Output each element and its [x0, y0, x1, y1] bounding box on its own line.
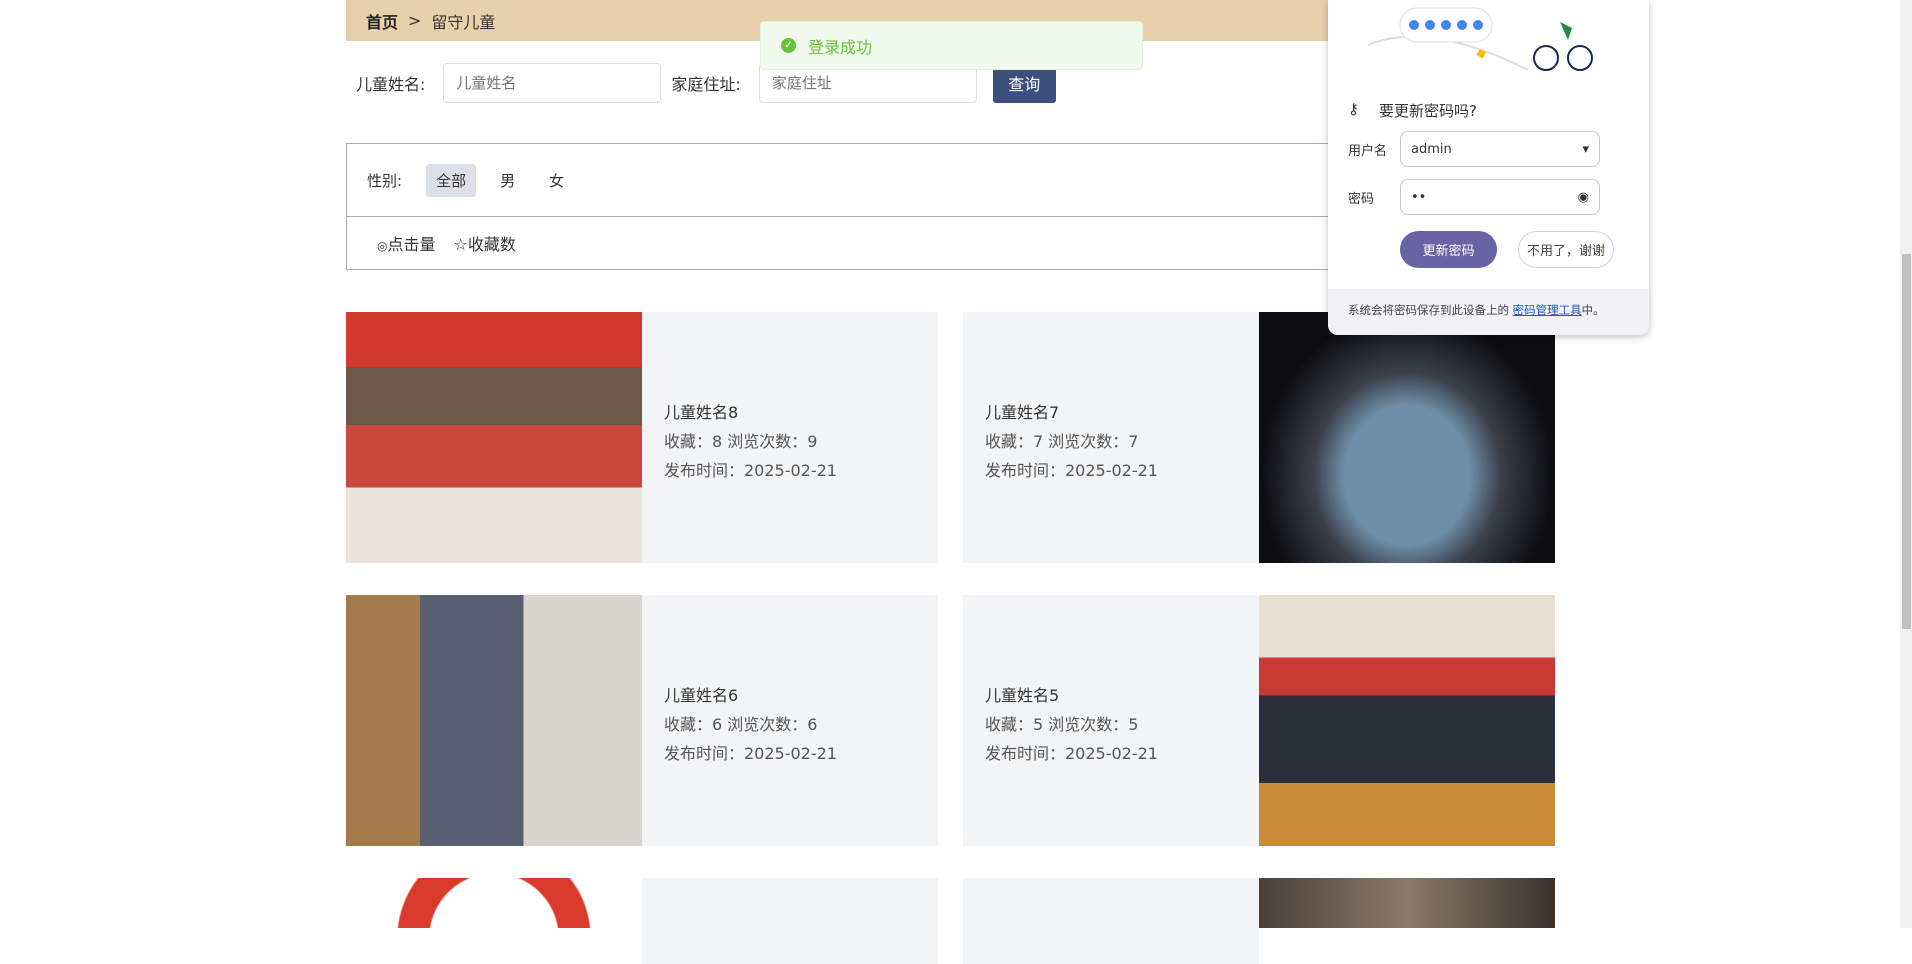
- check-circle-icon: ✓: [781, 38, 796, 53]
- child-photo: [1259, 595, 1555, 846]
- child-date: 发布时间：2025-02-21: [985, 744, 1158, 763]
- popup-title: 要更新密码吗?: [1379, 102, 1477, 120]
- username-value: admin: [1411, 141, 1452, 157]
- child-name: 儿童姓名8: [664, 403, 739, 422]
- child-name: 儿童姓名5: [985, 686, 1060, 705]
- key-icon: ⚷: [1348, 100, 1359, 118]
- password-update-popup: ⚷ 要更新密码吗? 用户名 admin ▾ 密码 •• ◉ 更新密码 不用了，谢谢 系…: [1328, 0, 1649, 335]
- child-stats: 收藏：6 浏览次数：6: [664, 715, 818, 734]
- password-field[interactable]: •• ◉: [1400, 179, 1600, 215]
- footer-text: 系统会将密码保存到此设备上的: [1348, 303, 1513, 317]
- sort-clicks[interactable]: ◎点击量: [377, 231, 436, 255]
- footer-end: 中。: [1581, 303, 1605, 317]
- breadcrumb-current: 留守儿童: [431, 12, 496, 32]
- update-password-button[interactable]: 更新密码: [1400, 231, 1497, 268]
- gender-option-all[interactable]: 全部: [426, 163, 477, 197]
- gender-option-male[interactable]: 男: [490, 164, 525, 197]
- child-photo: [346, 878, 642, 928]
- breadcrumb-separator: >: [408, 11, 422, 30]
- child-stats: 收藏：5 浏览次数：5: [985, 715, 1139, 734]
- child-card[interactable]: [963, 878, 1555, 964]
- child-card[interactable]: [346, 878, 938, 964]
- child-card[interactable]: 儿童姓名5 收藏：5 浏览次数：5 发布时间：2025-02-21: [963, 595, 1555, 846]
- username-label: 用户名: [1348, 143, 1388, 159]
- eye-icon: ◎: [377, 239, 388, 253]
- password-manager-link[interactable]: 密码管理工具: [1513, 303, 1582, 317]
- success-toast: ✓ 登录成功: [760, 21, 1143, 70]
- child-name: 儿童姓名6: [664, 686, 739, 705]
- address-label: 家庭住址:: [671, 75, 741, 94]
- child-date: 发布时间：2025-02-21: [664, 744, 837, 763]
- decline-button[interactable]: 不用了，谢谢: [1518, 231, 1614, 268]
- cyclist-illustration: [1367, 7, 1593, 71]
- child-photo: [346, 595, 642, 846]
- child-photo: [346, 312, 642, 563]
- child-date: 发布时间：2025-02-21: [664, 461, 837, 480]
- child-card[interactable]: 儿童姓名6 收藏：6 浏览次数：6 发布时间：2025-02-21: [346, 595, 938, 846]
- sort-clicks-label: 点击量: [387, 235, 436, 254]
- popup-footer: 系统会将密码保存到此设备上的 密码管理工具中。: [1328, 289, 1649, 335]
- child-stats: 收藏：7 浏览次数：7: [985, 432, 1139, 451]
- child-photo: [1259, 312, 1555, 563]
- child-card[interactable]: 儿童姓名8 收藏：8 浏览次数：9 发布时间：2025-02-21: [346, 312, 938, 563]
- breadcrumb-home[interactable]: 首页: [366, 9, 398, 33]
- name-label: 儿童姓名:: [356, 75, 426, 94]
- child-stats: 收藏：8 浏览次数：9: [664, 432, 818, 451]
- gender-label: 性别:: [367, 171, 403, 190]
- password-label: 密码: [1348, 191, 1375, 207]
- gender-option-female[interactable]: 女: [539, 164, 574, 197]
- eye-icon[interactable]: ◉: [1578, 190, 1589, 205]
- star-icon: ☆: [453, 235, 468, 254]
- sort-favorites-label: 收藏数: [467, 235, 516, 254]
- scrollbar-thumb[interactable]: [1902, 254, 1911, 629]
- sort-favorites[interactable]: ☆收藏数: [454, 231, 516, 255]
- username-select[interactable]: admin ▾: [1400, 131, 1600, 167]
- child-date: 发布时间：2025-02-21: [985, 461, 1158, 480]
- name-input[interactable]: [443, 63, 662, 103]
- child-photo: [1259, 878, 1555, 928]
- dropdown-arrow-icon: ▾: [1582, 141, 1589, 157]
- toast-message: 登录成功: [808, 37, 873, 57]
- child-name: 儿童姓名7: [985, 403, 1060, 422]
- password-value: ••: [1411, 189, 1427, 205]
- child-card[interactable]: 儿童姓名7 收藏：7 浏览次数：7 发布时间：2025-02-21: [963, 312, 1555, 563]
